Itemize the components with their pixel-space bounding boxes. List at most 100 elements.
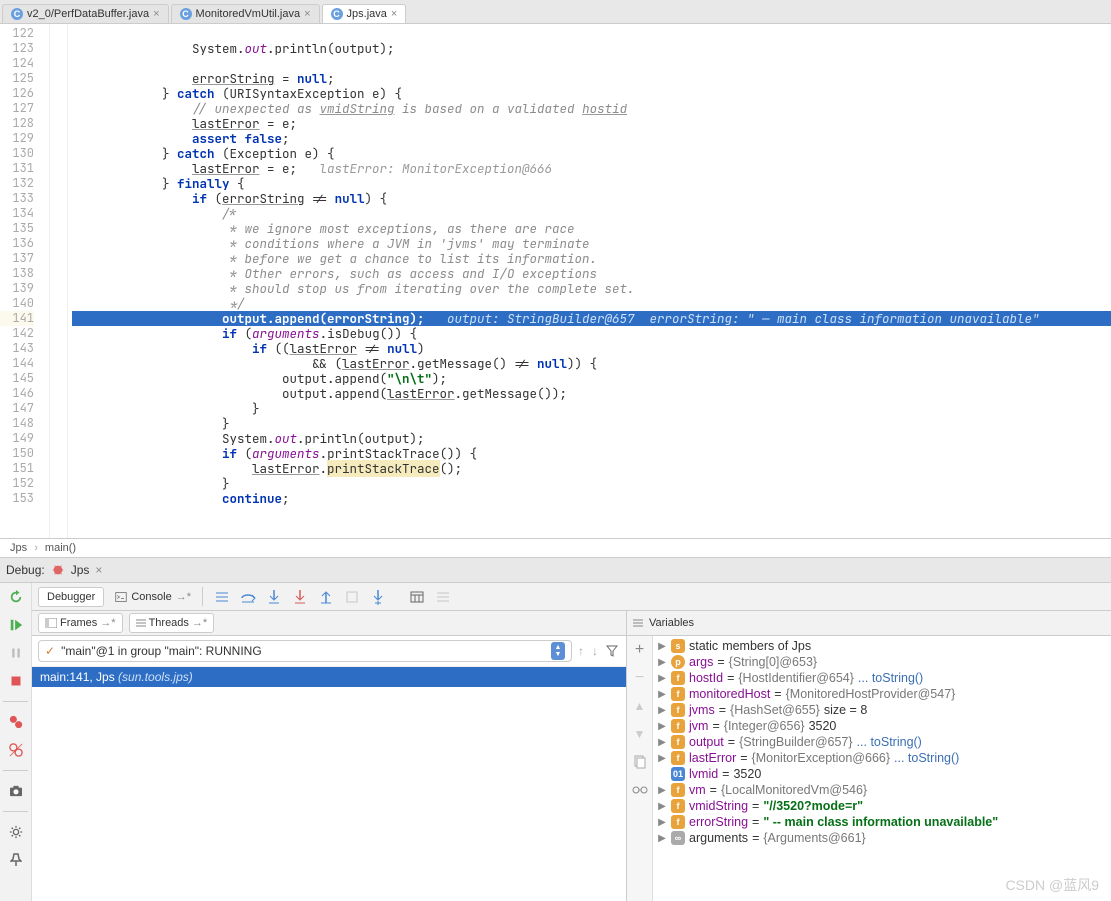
camera-icon[interactable] xyxy=(6,781,26,801)
variable-row[interactable]: ▶foutput = {StringBuilder@657} ... toStr… xyxy=(657,734,1107,750)
var-name: monitoredHost xyxy=(689,687,770,701)
combo-arrows-icon[interactable]: ▲▼ xyxy=(551,642,565,660)
expand-icon[interactable]: ▶ xyxy=(657,689,667,700)
breadcrumb-class[interactable]: Jps xyxy=(10,542,27,554)
tab-jps[interactable]: C Jps.java × xyxy=(322,4,407,23)
var-badge-icon: p xyxy=(671,655,685,669)
drop-frame-button[interactable] xyxy=(343,588,361,606)
expand-icon[interactable]: ▶ xyxy=(657,641,667,652)
step-into-button[interactable] xyxy=(265,588,283,606)
variable-row[interactable]: ▶ferrorString = " -- main class informat… xyxy=(657,814,1107,830)
var-name: jvm xyxy=(689,719,708,733)
variable-row[interactable]: ▶∞arguments = {Arguments@661} xyxy=(657,830,1107,846)
frame-location: main:141, Jps xyxy=(40,670,118,684)
expand-icon[interactable]: ▶ xyxy=(657,817,667,828)
var-string-value: " -- main class information unavailable" xyxy=(763,815,998,829)
breadcrumb-method[interactable]: main() xyxy=(45,542,76,554)
variable-row[interactable]: ▶fjvms = {HashSet@655} size = 8 xyxy=(657,702,1107,718)
expand-icon[interactable]: ▶ xyxy=(657,785,667,796)
thread-selector[interactable]: ✓ "main"@1 in group "main": RUNNING ▲▼ xyxy=(38,640,572,662)
breakpoints-button[interactable] xyxy=(6,712,26,732)
pause-button[interactable] xyxy=(6,643,26,663)
threads-button[interactable]: Threads →* xyxy=(129,613,215,633)
filter-icon[interactable] xyxy=(604,645,620,657)
debug-session-name[interactable]: Jps xyxy=(71,563,90,577)
step-out-button[interactable] xyxy=(317,588,335,606)
variable-row[interactable]: ▶pargs = {String[0]@653} xyxy=(657,654,1107,670)
force-step-into-button[interactable] xyxy=(291,588,309,606)
var-badge-icon: f xyxy=(671,815,685,829)
close-icon[interactable]: × xyxy=(304,8,310,20)
next-frame-button[interactable]: ↓ xyxy=(590,644,600,658)
variable-row[interactable]: 01lvmid = 3520 xyxy=(657,766,1107,782)
settings-icon[interactable] xyxy=(6,822,26,842)
close-icon[interactable]: × xyxy=(95,563,102,577)
tostring-link[interactable]: ... toString() xyxy=(894,751,959,765)
show-exec-point-button[interactable] xyxy=(213,588,231,606)
copy-icon[interactable] xyxy=(630,752,650,772)
close-icon[interactable]: × xyxy=(153,8,159,20)
editor-tabs: C v2_0/PerfDataBuffer.java × C Monitored… xyxy=(0,0,1111,24)
expand-icon[interactable]: ▶ xyxy=(657,801,667,812)
var-string-value: "//3520?mode=r" xyxy=(763,799,863,813)
variables-tree[interactable]: ▶sstatic members of Jps▶pargs = {String[… xyxy=(653,636,1111,901)
up-icon[interactable]: ▲ xyxy=(630,696,650,716)
variables-pane: Variables + − ▲ ▼ ▶sstatic members of Jp… xyxy=(627,611,1111,901)
debug-label: Debug: xyxy=(6,563,45,577)
trace-button[interactable] xyxy=(434,588,452,606)
evaluate-button[interactable] xyxy=(408,588,426,606)
add-watch-button[interactable]: + xyxy=(630,640,650,660)
stop-button[interactable] xyxy=(6,671,26,691)
code-area[interactable]: System.out.println(output); errorString … xyxy=(68,24,1111,538)
debugger-tab[interactable]: Debugger xyxy=(38,587,104,607)
var-badge-icon: f xyxy=(671,719,685,733)
variable-row[interactable]: ▶sstatic members of Jps xyxy=(657,638,1107,654)
variable-row[interactable]: ▶flastError = {MonitorException@666} ...… xyxy=(657,750,1107,766)
tab-label: Jps.java xyxy=(347,8,387,20)
frames-list[interactable]: main:141, Jps (sun.tools.jps) xyxy=(32,667,626,901)
expand-icon[interactable]: ▶ xyxy=(657,721,667,732)
prev-frame-button[interactable]: ↑ xyxy=(576,644,586,658)
run-to-cursor-button[interactable] xyxy=(369,588,387,606)
console-tab[interactable]: Console →* xyxy=(106,587,200,607)
code-editor[interactable]: 1221231241251261271281291301311321331341… xyxy=(0,24,1111,539)
marker-column[interactable] xyxy=(50,24,68,538)
fold-column[interactable] xyxy=(40,24,50,538)
tostring-link[interactable]: ... toString() xyxy=(857,735,922,749)
var-badge-icon: f xyxy=(671,703,685,717)
var-name: jvms xyxy=(689,703,715,717)
pin-icon[interactable] xyxy=(6,850,26,870)
remove-watch-button[interactable]: − xyxy=(630,668,650,688)
tab-monitoredvmutil[interactable]: C MonitoredVmUtil.java × xyxy=(171,4,320,23)
expand-icon[interactable]: ▶ xyxy=(657,705,667,716)
class-icon: C xyxy=(331,8,343,20)
tostring-link[interactable]: ... toString() xyxy=(858,671,923,685)
breadcrumb[interactable]: Jps › main() xyxy=(0,539,1111,558)
var-name: errorString xyxy=(689,815,748,829)
expand-icon[interactable]: ▶ xyxy=(657,833,667,844)
variables-label: Variables xyxy=(649,617,694,629)
frame-row[interactable]: main:141, Jps (sun.tools.jps) xyxy=(32,667,626,687)
expand-icon[interactable]: ▶ xyxy=(657,737,667,748)
thread-label: "main"@1 in group "main": RUNNING xyxy=(61,644,545,658)
down-icon[interactable]: ▼ xyxy=(630,724,650,744)
step-over-button[interactable] xyxy=(239,588,257,606)
expand-icon[interactable]: ▶ xyxy=(657,673,667,684)
mute-breakpoints-button[interactable] xyxy=(6,740,26,760)
var-badge-icon: f xyxy=(671,671,685,685)
resume-button[interactable] xyxy=(6,615,26,635)
class-icon: C xyxy=(180,8,192,20)
glasses-icon[interactable] xyxy=(630,780,650,800)
variable-row[interactable]: ▶fvmidString = "//3520?mode=r" xyxy=(657,798,1107,814)
variable-row[interactable]: ▶fjvm = {Integer@656} 3520 xyxy=(657,718,1107,734)
expand-icon[interactable]: ▶ xyxy=(657,753,667,764)
variable-row[interactable]: ▶fhostId = {HostIdentifier@654} ... toSt… xyxy=(657,670,1107,686)
bug-icon xyxy=(51,563,65,577)
variable-row[interactable]: ▶fvm = {LocalMonitoredVm@546} xyxy=(657,782,1107,798)
expand-icon[interactable]: ▶ xyxy=(657,657,667,668)
rerun-button[interactable] xyxy=(6,587,26,607)
frames-button[interactable]: Frames →* xyxy=(38,613,123,633)
tab-perfdatabuffer[interactable]: C v2_0/PerfDataBuffer.java × xyxy=(2,4,169,23)
close-icon[interactable]: × xyxy=(391,8,397,20)
variable-row[interactable]: ▶fmonitoredHost = {MonitoredHostProvider… xyxy=(657,686,1107,702)
